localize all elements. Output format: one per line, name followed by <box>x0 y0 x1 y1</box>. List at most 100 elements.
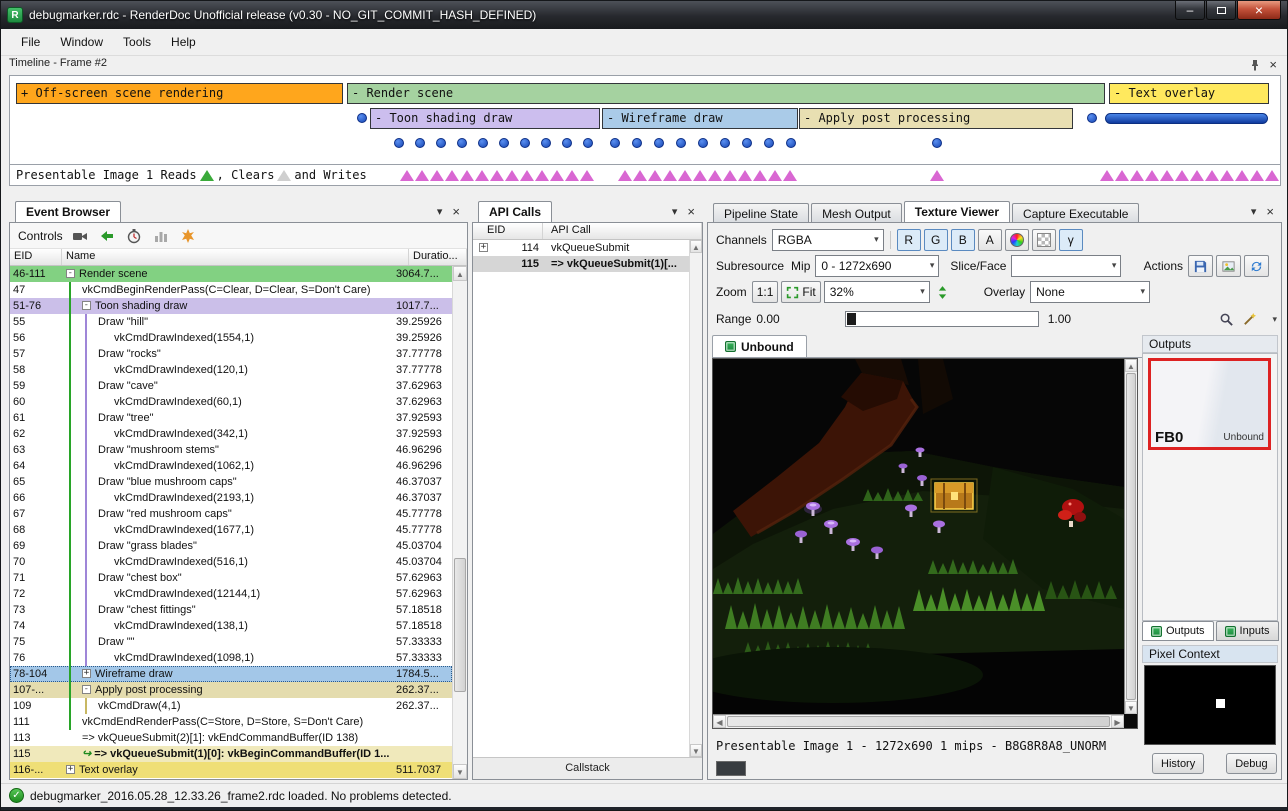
event-row[interactable]: 59Draw "cave"37.62963 <box>10 378 452 394</box>
autofit-wand-icon[interactable] <box>1239 309 1259 329</box>
usage-triangle[interactable] <box>505 170 519 181</box>
menu-help[interactable]: Help <box>161 31 206 53</box>
tab-inputs[interactable]: Inputs <box>1216 621 1279 641</box>
texture-display-area[interactable]: ▲ ▼ ◀ ▶ <box>712 358 1138 729</box>
usage-triangle[interactable] <box>550 170 564 181</box>
maximize-button[interactable] <box>1206 1 1236 20</box>
jump-back-icon[interactable] <box>97 226 117 246</box>
draw-event-dot[interactable] <box>562 138 572 148</box>
api-call-row[interactable]: +114vkQueueSubmit <box>473 240 702 256</box>
green-channel-button[interactable]: G <box>924 229 948 251</box>
gamma-button[interactable]: γ <box>1059 229 1083 251</box>
timeline-marker[interactable]: - Toon shading draw <box>370 108 600 129</box>
event-row[interactable]: 71Draw "chest box"57.62963 <box>10 570 452 586</box>
usage-triangle[interactable] <box>490 170 504 181</box>
pin-icon[interactable] <box>1249 59 1261 71</box>
tab-texture-viewer[interactable]: Texture Viewer <box>904 201 1010 223</box>
draw-event-dot[interactable] <box>415 138 425 148</box>
right-dock-menu-chevron[interactable]: ▾ <box>1251 205 1257 218</box>
texture-hscrollbar[interactable]: ◀ ▶ <box>713 714 1124 728</box>
draw-event-dot[interactable] <box>610 138 620 148</box>
usage-triangle[interactable] <box>1250 170 1264 181</box>
usage-triangle[interactable] <box>580 170 594 181</box>
event-row[interactable]: 51-76-Toon shading draw1017.7... <box>10 298 452 314</box>
tab-mesh-output[interactable]: Mesh Output <box>811 203 902 223</box>
zoom-percent-combo[interactable]: 32% <box>824 281 930 303</box>
fb0-thumbnail[interactable]: FB0 Unbound <box>1148 358 1271 450</box>
menu-window[interactable]: Window <box>50 31 113 53</box>
draw-event-dot[interactable] <box>742 138 752 148</box>
event-row[interactable]: 72vkCmdDrawIndexed(12144,1)57.62963 <box>10 586 452 602</box>
draw-event-dot[interactable] <box>457 138 467 148</box>
background-checker-button[interactable] <box>1032 229 1056 251</box>
blue-channel-button[interactable]: B <box>951 229 975 251</box>
toolbar-overflow-chevron[interactable]: ▾ <box>1272 314 1277 325</box>
zoom-range-icon[interactable] <box>1216 309 1236 329</box>
event-row[interactable]: 65Draw "blue mushroom caps"46.37037 <box>10 474 452 490</box>
event-row[interactable]: 61Draw "tree"37.92593 <box>10 410 452 426</box>
api-calls-menu-chevron[interactable]: ▾ <box>672 205 678 218</box>
event-row[interactable]: 68vkCmdDrawIndexed(1677,1)45.77778 <box>10 522 452 538</box>
tab-pipeline-state[interactable]: Pipeline State <box>713 203 809 223</box>
pixel-context-view[interactable] <box>1144 665 1276 745</box>
draw-event-dot[interactable] <box>394 138 404 148</box>
usage-triangle[interactable] <box>708 170 722 181</box>
column-name[interactable]: Name <box>62 249 409 265</box>
api-column-eid[interactable]: EID <box>473 223 543 239</box>
event-row[interactable]: 60vkCmdDrawIndexed(60,1)37.62963 <box>10 394 452 410</box>
stats-icon[interactable] <box>151 226 171 246</box>
usage-triangle[interactable] <box>475 170 489 181</box>
usage-triangle[interactable] <box>1175 170 1189 181</box>
usage-triangle[interactable] <box>768 170 782 181</box>
draw-event-dot[interactable] <box>632 138 642 148</box>
close-button[interactable]: × <box>1237 1 1281 20</box>
tab-capture-executable[interactable]: Capture Executable <box>1012 203 1139 223</box>
fit-button[interactable]: Fit <box>781 281 820 303</box>
scrollbar-thumb[interactable] <box>454 558 466 691</box>
usage-triangle[interactable] <box>520 170 534 181</box>
timeline-marker[interactable]: - Wireframe draw <box>602 108 798 129</box>
usage-triangle[interactable] <box>1205 170 1219 181</box>
red-channel-button[interactable]: R <box>897 229 921 251</box>
event-browser-close-icon[interactable]: × <box>452 204 460 219</box>
event-row[interactable]: 57Draw "rocks"37.77778 <box>10 346 452 362</box>
draw-event-dot[interactable] <box>676 138 686 148</box>
usage-triangle[interactable] <box>783 170 797 181</box>
draw-event-dot[interactable] <box>720 138 730 148</box>
event-browser-menu-chevron[interactable]: ▾ <box>437 205 443 218</box>
event-row[interactable]: 58vkCmdDrawIndexed(120,1)37.77778 <box>10 362 452 378</box>
draw-event-dot[interactable] <box>786 138 796 148</box>
draw-event-dot[interactable] <box>357 113 367 123</box>
usage-triangle[interactable] <box>663 170 677 181</box>
color-wheel-button[interactable] <box>1005 229 1029 251</box>
event-row[interactable]: 66vkCmdDrawIndexed(2193,1)46.37037 <box>10 490 452 506</box>
column-eid[interactable]: EID <box>10 249 62 265</box>
event-row[interactable]: 76vkCmdDrawIndexed(1098,1)57.33333 <box>10 650 452 666</box>
event-row[interactable]: 70vkCmdDrawIndexed(516,1)45.03704 <box>10 554 452 570</box>
callstack-section[interactable]: Callstack <box>473 757 702 779</box>
api-calls-close-icon[interactable]: × <box>687 204 695 219</box>
draw-event-dot[interactable] <box>583 138 593 148</box>
api-column-call[interactable]: API Call <box>543 223 702 239</box>
timeline-canvas[interactable]: + Off-screen scene rendering- Render sce… <box>9 75 1281 164</box>
history-button[interactable]: History <box>1152 753 1204 774</box>
debug-button[interactable]: Debug <box>1226 753 1276 774</box>
range-slider[interactable] <box>845 311 1039 327</box>
event-row[interactable]: 78-104+Wireframe draw1784.5... <box>10 666 452 682</box>
event-row[interactable]: 69Draw "grass blades"45.03704 <box>10 538 452 554</box>
draw-event-dot[interactable] <box>1087 113 1097 123</box>
timeline-marker[interactable]: - Apply post processing <box>799 108 1073 129</box>
usage-triangle[interactable] <box>1160 170 1174 181</box>
draw-event-dot[interactable] <box>764 138 774 148</box>
usage-triangle[interactable] <box>678 170 692 181</box>
refresh-button[interactable] <box>1244 255 1269 277</box>
usage-triangle[interactable] <box>633 170 647 181</box>
event-row[interactable]: 56vkCmdDrawIndexed(1554,1)39.25926 <box>10 330 452 346</box>
slice-face-select[interactable] <box>1011 255 1121 277</box>
event-row[interactable]: 111vkCmdEndRenderPass(C=Store, D=Store, … <box>10 714 452 730</box>
event-row[interactable]: 47vkCmdBeginRenderPass(C=Clear, D=Clear,… <box>10 282 452 298</box>
usage-triangle[interactable] <box>1265 170 1279 181</box>
api-call-row[interactable]: 115=> vkQueueSubmit(1)[... <box>473 256 702 272</box>
event-row[interactable]: 55Draw "hill"39.25926 <box>10 314 452 330</box>
channels-select[interactable]: RGBA <box>772 229 884 251</box>
